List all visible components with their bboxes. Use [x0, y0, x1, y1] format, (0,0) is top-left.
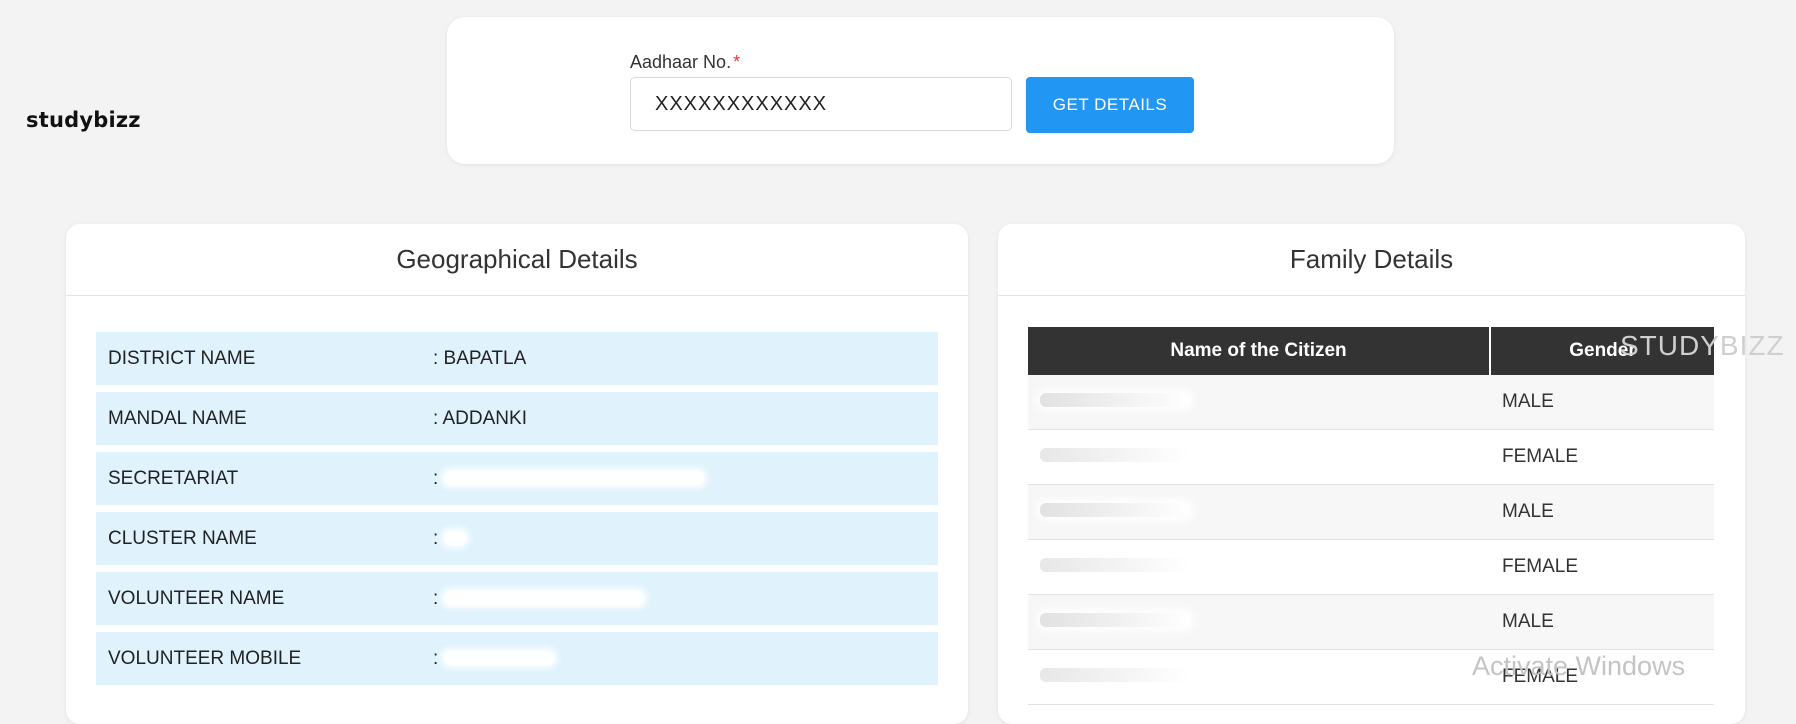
citizen-name-cell [1028, 539, 1490, 595]
geo-value: : ADDANKI [433, 407, 527, 429]
family-details-title: Family Details [998, 224, 1745, 296]
geo-value: : BAPATLA [433, 347, 527, 369]
redacted-name [1040, 613, 1190, 627]
citizen-name-cell [1028, 484, 1490, 540]
get-details-button[interactable]: GET DETAILS [1026, 77, 1194, 133]
redacted-name [1040, 668, 1190, 682]
gender-cell: FEMALE [1490, 429, 1714, 485]
geo-row-volunteer-mobile: VOLUNTEER MOBILE : [96, 632, 938, 685]
redacted-name [1040, 558, 1190, 572]
geo-key: MANDAL NAME [108, 407, 247, 429]
geo-value: : [433, 528, 938, 550]
table-row: FEMALE [1028, 429, 1714, 485]
gender-cell: MALE [1490, 375, 1714, 430]
gender-cell: FEMALE [1490, 539, 1714, 595]
geo-row-secretariat: SECRETARIAT : [96, 452, 938, 505]
geo-value-prefix: : [433, 527, 444, 549]
geo-value-prefix: : [433, 467, 444, 489]
geo-key: SECRETARIAT [108, 467, 239, 489]
activate-windows-notice: Activate Windows [1472, 651, 1686, 681]
redacted-value [443, 591, 644, 606]
geo-row-cluster: CLUSTER NAME : [96, 512, 938, 565]
geo-row-volunteer-name: VOLUNTEER NAME : [96, 572, 938, 625]
geographical-details-panel: Geographical Details DISTRICT NAME : BAP… [66, 224, 968, 724]
redacted-value [443, 531, 466, 546]
redacted-value [443, 471, 704, 486]
geo-key: VOLUNTEER NAME [108, 587, 285, 609]
family-details-panel: Family Details Name of the Citizen Gende… [998, 224, 1745, 724]
aadhaar-input[interactable] [630, 77, 1012, 131]
table-row: MALE [1028, 375, 1714, 430]
studybizz-overlay-watermark: STUDYBIZZ [1620, 330, 1785, 361]
table-row: MALE [1028, 594, 1714, 650]
column-header-name: Name of the Citizen [1028, 327, 1490, 375]
citizen-name-cell [1028, 649, 1490, 705]
geo-value: : [433, 648, 938, 670]
brand-watermark: studybizz [26, 108, 141, 132]
required-mark: * [733, 52, 741, 72]
geo-key: DISTRICT NAME [108, 347, 256, 369]
geo-value: : [433, 468, 938, 490]
aadhaar-label: Aadhaar No. * [630, 52, 740, 73]
aadhaar-search-card: Aadhaar No.* GET DETAILS [447, 17, 1394, 164]
redacted-name [1040, 503, 1190, 517]
redacted-value [443, 651, 554, 666]
geo-details-list: DISTRICT NAME : BAPATLA MANDAL NAME : AD… [96, 332, 938, 692]
geo-key: CLUSTER NAME [108, 527, 257, 549]
geographical-details-title: Geographical Details [66, 224, 968, 296]
table-row: MALE [1028, 484, 1714, 540]
citizen-name-cell [1028, 594, 1490, 650]
geo-value: : [433, 588, 938, 610]
redacted-name [1040, 448, 1190, 462]
citizen-name-cell [1028, 429, 1490, 485]
aadhaar-label-text: Aadhaar No. [630, 52, 732, 72]
gender-cell: MALE [1490, 484, 1714, 540]
table-header-row: Name of the Citizen Gender [1028, 327, 1714, 375]
geo-row-mandal: MANDAL NAME : ADDANKI [96, 392, 938, 445]
geo-value-prefix: : [433, 587, 444, 609]
gender-cell: MALE [1490, 594, 1714, 650]
family-table: Name of the Citizen Gender MALE FEMALE M… [1028, 327, 1714, 705]
geo-row-district: DISTRICT NAME : BAPATLA [96, 332, 938, 385]
table-row: FEMALE [1028, 539, 1714, 595]
geo-value-prefix: : [433, 647, 444, 669]
citizen-name-cell [1028, 375, 1490, 430]
geo-key: VOLUNTEER MOBILE [108, 647, 302, 669]
redacted-name [1040, 393, 1190, 407]
